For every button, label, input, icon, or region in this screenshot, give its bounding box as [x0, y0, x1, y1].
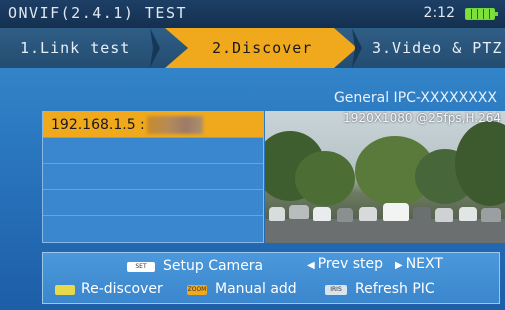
list-item[interactable]	[43, 164, 263, 190]
tab-link-test[interactable]: 1.Link test	[20, 28, 130, 68]
list-item[interactable]	[43, 138, 263, 164]
car	[269, 207, 285, 221]
zoom-key-icon: ZOOM	[187, 285, 207, 295]
set-key-icon: SET	[127, 262, 155, 272]
list-item[interactable]	[43, 216, 263, 242]
triangle-left-icon: ◀	[307, 260, 315, 271]
parking-lot	[265, 219, 505, 243]
next-label: NEXT	[405, 256, 443, 272]
car	[337, 208, 353, 222]
car	[359, 207, 377, 221]
car	[481, 208, 501, 222]
setup-camera-label[interactable]: Setup Camera	[163, 258, 263, 274]
manual-add-label[interactable]: Manual add	[215, 281, 297, 297]
car	[459, 207, 477, 221]
tab-discover[interactable]: 2.Discover	[212, 28, 312, 68]
refresh-pic-label[interactable]: Refresh PIC	[355, 281, 435, 297]
tree	[295, 151, 355, 206]
list-item[interactable]	[43, 190, 263, 216]
prev-step-hint[interactable]: ◀ Prev step	[307, 256, 383, 272]
app-title: ONVIF(2.4.1) TEST	[8, 4, 188, 22]
prev-step-label: Prev step	[317, 256, 383, 272]
device-list: 192.168.1.5 :	[42, 111, 264, 243]
camera-preview: 1920X1080 @25fps,H.264	[265, 111, 505, 243]
chevron-right-icon	[150, 28, 160, 68]
car	[435, 208, 453, 222]
onvif-test-screen: ONVIF(2.4.1) TEST 2:12 1.Link test 2.Dis…	[0, 0, 505, 310]
device-ip: 192.168.1.5 :	[51, 117, 145, 133]
car	[313, 207, 331, 221]
camera-name: General IPC-XXXXXXXX	[333, 90, 497, 106]
step-tabs: 1.Link test 2.Discover 3.Video & PTZ	[0, 28, 505, 68]
iris-key-icon: IRIS	[325, 285, 347, 295]
stream-info: 1920X1080 @25fps,H.264	[343, 111, 501, 125]
help-panel: SET Setup Camera ◀ Prev step ▶ NEXT Re-dis…	[42, 252, 500, 304]
rediscover-key-icon	[55, 285, 75, 295]
car	[413, 207, 431, 221]
car	[289, 205, 309, 219]
car	[383, 203, 409, 221]
next-hint[interactable]: ▶ NEXT	[395, 256, 443, 272]
title-bar: ONVIF(2.4.1) TEST 2:12	[0, 0, 505, 28]
tab-video-ptz[interactable]: 3.Video & PTZ	[372, 28, 502, 68]
battery-full-icon	[465, 8, 498, 20]
list-item[interactable]: 192.168.1.5 :	[43, 112, 263, 138]
blurred-port	[146, 115, 203, 134]
clock: 2:12	[423, 5, 455, 21]
rediscover-label[interactable]: Re-discover	[81, 281, 163, 297]
triangle-right-icon: ▶	[395, 260, 403, 271]
